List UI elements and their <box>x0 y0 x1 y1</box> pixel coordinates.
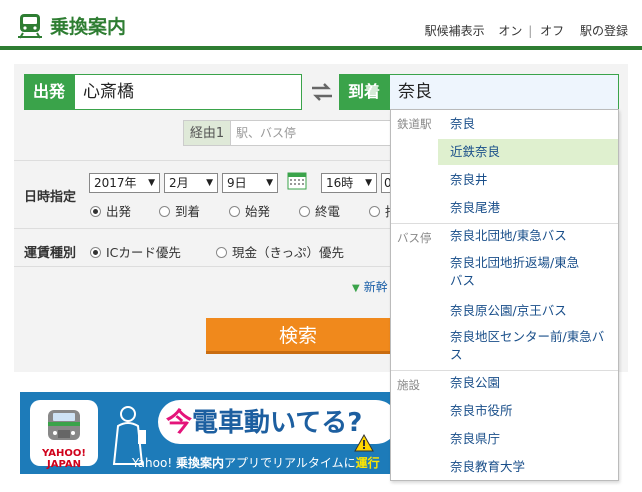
hour-value: 16時 <box>326 176 354 190</box>
radio-selected-icon <box>90 206 101 217</box>
time-type-first-train[interactable]: 始発 <box>229 201 270 220</box>
datetime-label: 日時指定 <box>24 190 77 205</box>
divider <box>14 266 394 267</box>
station-suggestion-dropdown: 鉄道駅 奈良 近鉄奈良 奈良井 奈良尾港 バス停 奈良北団地/東急バス 奈良北団… <box>390 109 619 481</box>
radio-icon <box>159 206 170 217</box>
banner-footer-highlight: 運行 <box>355 456 380 470</box>
header-links: 駅候補表示 オン | オフ 駅の登録 <box>424 24 628 38</box>
candidate-on-link[interactable]: オン <box>498 24 522 38</box>
to-label: 到着 <box>339 74 389 110</box>
time-type-arrival[interactable]: 到着 <box>159 201 200 220</box>
banner-footer-part: アプリでリアルタイムに <box>223 456 356 470</box>
via-field: 経由1 駅、バス停 <box>183 120 391 146</box>
banner-headline-question: 電車動いてる? <box>192 408 363 438</box>
month-select[interactable]: 2月 ▼ <box>164 173 218 193</box>
day-select[interactable]: 9日 ▼ <box>222 173 278 193</box>
chevron-down-icon: ▼ <box>206 178 213 188</box>
more-options-link[interactable]: ▼ 新幹 <box>352 278 388 295</box>
from-station-input[interactable]: 心斎橋 <box>74 74 302 110</box>
suggestion-item-highlighted[interactable]: 近鉄奈良 <box>438 139 618 165</box>
divider <box>14 160 394 161</box>
radio-icon <box>369 206 380 217</box>
banner-headline-now: 今 <box>166 408 193 438</box>
more-options-label: 新幹 <box>363 280 388 294</box>
to-station-input[interactable]: 奈良 <box>389 74 619 110</box>
via-label: 経由1 <box>183 120 231 146</box>
candidate-off-link[interactable]: オフ <box>540 24 564 38</box>
register-station-link[interactable]: 駅の登録 <box>580 24 628 38</box>
page-title[interactable]: 乗換案内 <box>50 12 126 39</box>
header: 乗換案内 駅候補表示 オン | オフ 駅の登録 <box>0 0 642 50</box>
banner-footer-app-name: 乗換案内 <box>175 456 224 470</box>
chevron-down-icon: ▼ <box>365 178 372 188</box>
app-icon: YAHOO! JAPAN <box>30 400 98 470</box>
chevron-down-icon: ▼ <box>266 178 273 188</box>
search-button[interactable]: 検索 <box>206 318 390 354</box>
radio-label: 出発 <box>106 204 132 219</box>
via-station-input[interactable]: 駅、バス停 <box>231 120 391 146</box>
warning-icon <box>354 434 374 452</box>
train-icon <box>48 410 80 440</box>
radio-label: 現金（きっぷ）優先 <box>232 245 345 260</box>
radio-icon <box>299 206 310 217</box>
suggestion-item[interactable]: 奈良尾港 <box>438 199 618 217</box>
radio-icon <box>229 206 240 217</box>
time-type-departure[interactable]: 出発 <box>90 201 131 220</box>
banner-footer-text: Yahoo! 乗換案内アプリでリアルタイムに運行 <box>132 454 380 471</box>
suggestion-item[interactable]: 奈良 <box>438 115 618 133</box>
app-promo-banner[interactable]: YAHOO! JAPAN 今電車動いてる? Yahoo! 乗換案内アプリでリアル… <box>20 392 392 474</box>
suggestion-item[interactable]: 奈良井 <box>438 171 618 189</box>
banner-headline: 今電車動いてる? <box>166 402 362 439</box>
suggestion-item[interactable]: 奈良北団地折返場/東急バス <box>438 254 588 290</box>
station-candidate-label: 駅候補表示 <box>424 24 485 38</box>
triangle-down-icon: ▼ <box>352 283 360 294</box>
group-label: バス停 <box>397 231 432 245</box>
radio-label: ICカード優先 <box>106 245 181 260</box>
radio-label: 終電 <box>315 204 341 219</box>
from-label: 出発 <box>24 74 74 110</box>
chevron-down-icon: ▼ <box>148 178 155 188</box>
group-label: 施設 <box>397 378 420 392</box>
radio-label: 始発 <box>245 204 271 219</box>
suggestion-item[interactable]: 奈良地区センター前/東急バス <box>438 328 608 364</box>
train-logo-icon <box>18 14 42 39</box>
day-value: 9日 <box>227 176 247 190</box>
radio-icon <box>216 247 227 258</box>
month-value: 2月 <box>169 176 189 190</box>
time-type-unspecified[interactable]: 指 <box>369 201 390 220</box>
radio-label: 到着 <box>175 204 201 219</box>
time-type-last-train[interactable]: 終電 <box>299 201 340 220</box>
suggestion-item[interactable]: 奈良公園 <box>438 374 618 392</box>
calendar-icon[interactable] <box>287 172 307 190</box>
radio-selected-icon <box>90 247 101 258</box>
fare-cash[interactable]: 現金（きっぷ）優先 <box>216 242 344 261</box>
year-value: 2017年 <box>94 176 137 190</box>
group-label: 鉄道駅 <box>397 117 432 131</box>
swap-icon[interactable] <box>310 82 334 102</box>
hour-select[interactable]: 16時 ▼ <box>321 173 377 193</box>
yahoo-japan-logo: YAHOO! JAPAN <box>42 448 86 470</box>
banner-footer-part: Yahoo! <box>132 456 176 470</box>
suggestion-item[interactable]: 奈良県庁 <box>438 430 618 448</box>
divider <box>14 228 394 229</box>
suggestion-item[interactable]: 奈良教育大学 <box>438 458 618 476</box>
fare-type-label: 運賃種別 <box>24 246 77 261</box>
suggestion-item[interactable]: 奈良原公園/京王バス <box>438 302 618 320</box>
fare-ic-card[interactable]: ICカード優先 <box>90 242 181 261</box>
suggestion-item[interactable]: 奈良市役所 <box>438 402 618 420</box>
year-select[interactable]: 2017年 ▼ <box>89 173 160 193</box>
suggestion-item[interactable]: 奈良北団地/東急バス <box>438 227 618 245</box>
